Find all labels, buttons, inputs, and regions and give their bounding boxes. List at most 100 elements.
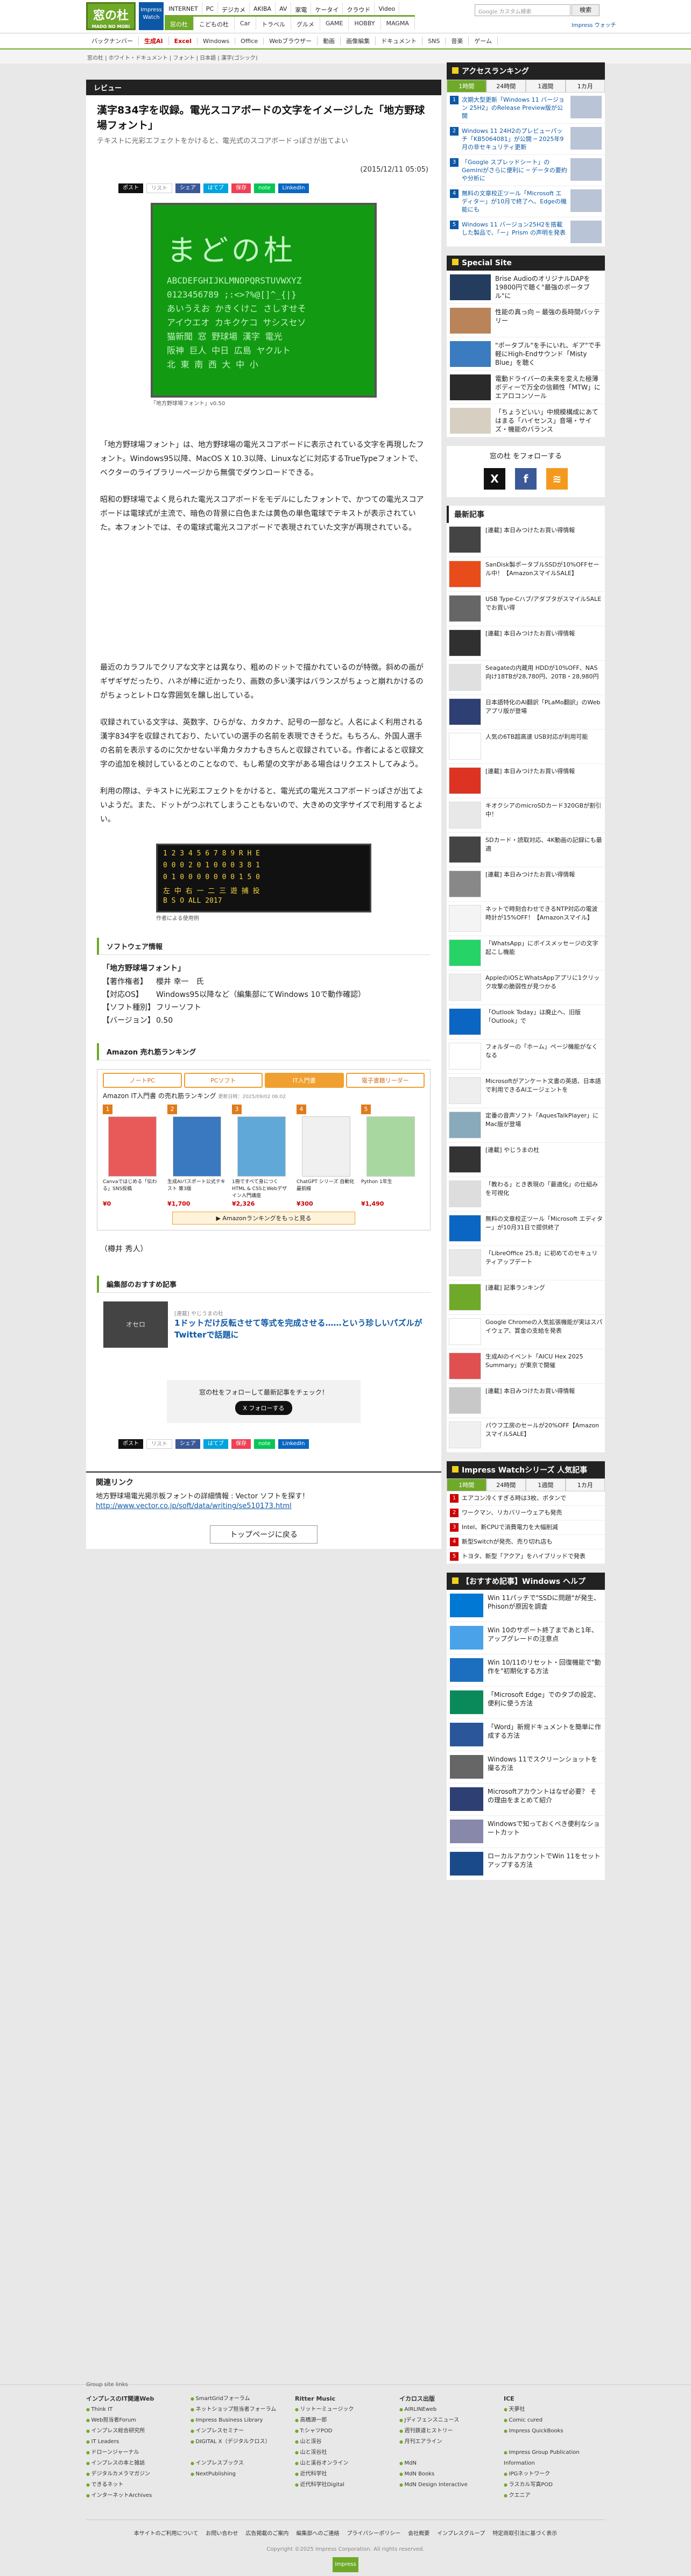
ranking-tab[interactable]: 24時間 [486,80,526,93]
footer-bottom-link[interactable]: 特定商取引法に基づく表示 [492,2529,557,2537]
genre-link[interactable]: ゲーム [469,37,498,45]
news-thumbnail[interactable] [449,1215,481,1242]
site-logo[interactable]: 窓の杜 MADO NO MORI [86,2,136,30]
ranking-tab[interactable]: 1カ月 [565,80,605,93]
footer-link[interactable]: できるネット [86,2480,185,2490]
news-item[interactable]: 「WhatsApp」にボイスメッセージの文字起こし機能 [447,936,605,971]
footer-link[interactable]: 近代科学社 [295,2469,394,2480]
win-thumbnail[interactable] [450,1820,483,1843]
iw-item[interactable]: 2 ワークマン、リカバリーウェアも発売 [447,1506,605,1520]
special-item[interactable]: 「ちょうどいい」中規模構成にあてはまる「ハイセンス」音場・サイズ・機能のバランス [447,404,605,437]
recommended-article[interactable]: オセロ [連載] やじうまの杜 1ドットだけ反転させて等式を完成させる……という… [103,1301,424,1348]
footer-link[interactable]: MdN Books [399,2469,498,2480]
footer-link[interactable]: 週刊鉄道ヒストリー [399,2426,498,2437]
genre-link[interactable]: バックナンバー [86,37,139,45]
amazon-item[interactable]: 1 Canvaではじめる「伝わる」SNS投稿 ¥0 [103,1105,161,1207]
special-item-title[interactable]: Brise AudioのオリジナルDAPを19800円で聴く"最強のポータブル"… [495,274,602,300]
win-thumbnail[interactable] [450,1755,483,1779]
win-item-title[interactable]: Win 10/11のリセット・回復機能で"動作を"初期化する方法 [488,1658,602,1682]
footer-link[interactable]: デジタルカメラマガジン [86,2469,185,2480]
book-cover-image[interactable] [302,1116,350,1177]
footer-link[interactable]: インプレスセミナー [191,2426,290,2437]
win-item[interactable]: Win 10のサポート終了まであと1年、アップグレードの注意点 [447,1622,605,1654]
footer-link[interactable]: Think IT [86,2404,185,2415]
ranking-item[interactable]: 5 Windows 11 バージョン25H2を搭載した製品で、「ー」Prism の… [447,217,605,247]
amazon-item-title[interactable]: 生成AIパスポート公式テキスト 第3版 [167,1179,225,1200]
font-sample-image[interactable]: まどの杜 ABCDEFGHIJKLMNOPQRSTUVWXYZ 012345678… [151,203,377,398]
win-item[interactable]: Win 11パッチで"SSDに問題"が発生、Phisonが原因を調査 [447,1590,605,1622]
footer-link[interactable]: Impress QuickBooks [504,2426,603,2437]
footer-link[interactable]: Web担当者Forum [86,2415,185,2426]
news-item[interactable]: [連載] 本日みつけたお買い得情報 [447,523,605,557]
amazon-more-link[interactable]: ▶ Amazonランキングをもっと見る [172,1212,355,1225]
special-item[interactable]: 性能の真っ向 ─ 最強の長時間バッテリー [447,304,605,337]
facebook-icon[interactable]: f [515,468,537,490]
win-item[interactable]: Windowsで知っておくべき便利なショートカット [447,1816,605,1848]
footer-link[interactable]: 山と渓谷社 [295,2447,394,2458]
footer-link[interactable]: 天夢社 [504,2404,603,2415]
footer-link[interactable]: T:シャツPOD [295,2426,394,2437]
ranking-item-title[interactable]: 「Google スプレッドシート」のGeminiがさらに便利に ─ データの要約… [462,158,567,182]
footer-link[interactable]: リットーミュージック [295,2404,394,2415]
share-hatena-button[interactable]: はてブ [203,1439,228,1449]
news-item-title[interactable]: [連載] 本日みつけたお買い得情報 [485,526,575,554]
footer-bottom-link[interactable]: 本サイトのご利用について [134,2529,199,2537]
share-facebook-button[interactable]: シェア [175,1439,200,1449]
ranking-tab[interactable]: 1時間 [447,80,486,93]
book-cover-image[interactable] [366,1116,415,1177]
win-thumbnail[interactable] [450,1852,483,1876]
news-item-title[interactable]: ネットで時刻合わせできるNTP対応の電波時計が15%OFF！【Amazonスマイ… [485,905,603,932]
news-item[interactable]: [連載] 記事ランキング [447,1280,605,1315]
win-item-title[interactable]: Win 10のサポート終了まであと1年、アップグレードの注意点 [488,1626,602,1650]
news-item-title[interactable]: Seagateの内蔵用 HDDが10%OFF、NAS向け18TBが28,780円… [485,664,603,691]
genre-link[interactable]: 動画 [318,37,341,45]
share-linkedin-button[interactable]: LinkedIn [278,183,309,193]
special-thumbnail[interactable] [450,341,491,367]
amazon-item-title[interactable]: ChatGPT シリーズ 自動化最前線 [297,1179,355,1200]
search-button[interactable]: 検索 [572,4,600,16]
footer-link[interactable]: Impress Business Library [191,2415,290,2426]
iw-item[interactable]: 1 エアコン冷くすぎる時は3枚、ボタンで [447,1491,605,1506]
footer-link[interactable]: SmartGridフォーラム [191,2394,290,2404]
win-item-title[interactable]: Windowsで知っておくべき便利なショートカット [488,1820,602,1844]
news-thumbnail[interactable] [449,1146,481,1173]
footer-bottom-link[interactable]: 会社概要 [408,2529,429,2537]
ranking-item-title[interactable]: Windows 11 バージョン25H2を搭載した製品で、「ー」Prism の声… [462,221,567,243]
site-tab[interactable]: AKIBA [250,2,276,14]
win-thumbnail[interactable] [450,1658,483,1682]
amazon-tab[interactable]: ノートPC [103,1073,182,1088]
amazon-item[interactable]: 2 生成AIパスポート公式テキスト 第3版 ¥1,700 [167,1105,225,1207]
win-item[interactable]: Microsoftアカウントはなぜ必要？ その理由をまとめて紹介 [447,1784,605,1816]
share-pocket-button[interactable]: 保存 [231,183,251,193]
news-thumbnail[interactable] [449,802,481,829]
breadcrumb[interactable]: 窓の杜 | ホワイト・ドキュメント | フォント | 日本語 | 漢字(ゴシック… [0,49,691,63]
ranking-thumbnail[interactable] [570,96,602,118]
ranking-thumbnail[interactable] [570,158,602,181]
amazon-item-title[interactable]: Canvaではじめる「伝わる」SNS投稿 [103,1179,161,1200]
footer-link[interactable]: インプレスの本と雑誌 [86,2458,185,2469]
news-item-title[interactable]: 無料の文章校正ツール「Microsoft エディター」が10月31日で提供終了 [485,1215,603,1242]
iw-item[interactable]: 3 Intel、新CPUで消費電力を大幅削減 [447,1520,605,1535]
sub-tab[interactable]: グルメ [291,17,320,30]
iw-item[interactable]: 4 新型Switchが発売、売り切れ店も [447,1535,605,1549]
win-thumbnail[interactable] [450,1594,483,1617]
share-line-button[interactable]: note [254,1439,275,1449]
news-thumbnail[interactable] [449,561,481,588]
amazon-tab[interactable]: 電子書籍リーダー [346,1073,425,1088]
genre-link[interactable]: Windows [198,37,236,45]
special-item-title[interactable]: 電動ドライバーの未来を変えた極薄ボディーで万全の信頼性「MTW」にエアロコンソー… [495,374,602,400]
ranking-tab[interactable]: 1週間 [526,1478,566,1491]
special-item-title[interactable]: "ポータブル"を手にいれ、ギア"で手軽にHigh-Endサウンド「Misty B… [495,341,602,366]
amazon-item[interactable]: 5 Python 1年生 ¥1,490 [361,1105,419,1207]
footer-link[interactable]: ネットショップ担当者フォーラム [191,2404,290,2415]
footer-link[interactable]: インプレスブックス [191,2458,290,2469]
footer-link[interactable]: MdN [399,2458,498,2469]
footer-bottom-link[interactable]: 広告掲載のご案内 [245,2529,288,2537]
genre-link[interactable]: ドキュメント [376,37,423,45]
special-item[interactable]: "ポータブル"を手にいれ、ギア"で手軽にHigh-Endサウンド「Misty B… [447,337,605,371]
news-item-title[interactable]: [連載] やじうまの杜 [485,1146,539,1173]
share-facebook-button[interactable]: シェア [175,183,200,193]
news-item[interactable]: [連載] 本日みつけたお買い得情報 [447,867,605,902]
genre-link[interactable]: Excel [169,37,198,45]
amazon-tab[interactable]: IT入門書 [265,1073,344,1088]
